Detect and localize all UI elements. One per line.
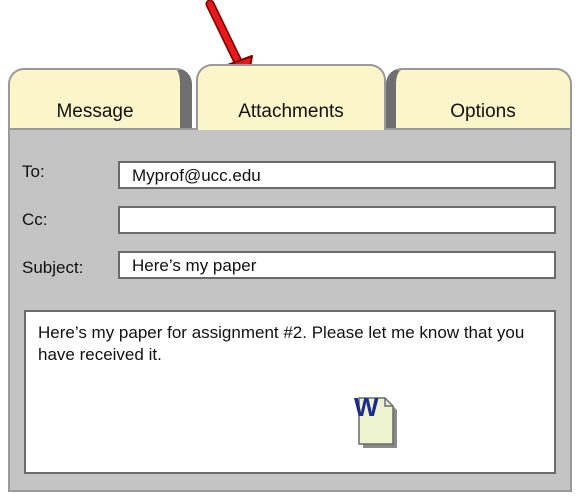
tab-options[interactable]: Options — [386, 68, 572, 130]
word-letter: W — [354, 392, 379, 422]
word-document-icon[interactable]: W — [353, 390, 401, 452]
cc-label: Cc: — [22, 210, 48, 229]
subject-label: Subject: — [22, 258, 84, 277]
to-field[interactable]: Myprof@ucc.edu — [118, 161, 556, 189]
tab-attachments-label: Attachments — [238, 101, 344, 122]
tab-message-label: Message — [56, 101, 134, 122]
tab-options-label: Options — [450, 101, 516, 122]
tab-attachments[interactable]: Attachments — [196, 64, 386, 130]
message-panel: To: Myprof@ucc.edu Cc: Subject: Here’s m… — [8, 128, 572, 492]
tab-message[interactable]: Message — [8, 68, 192, 130]
to-label: To: — [22, 162, 45, 181]
cc-field[interactable] — [118, 206, 556, 234]
message-body[interactable]: Here’s my paper for assignment #2. Pleas… — [24, 310, 556, 474]
subject-field[interactable]: Here’s my paper — [118, 251, 556, 279]
